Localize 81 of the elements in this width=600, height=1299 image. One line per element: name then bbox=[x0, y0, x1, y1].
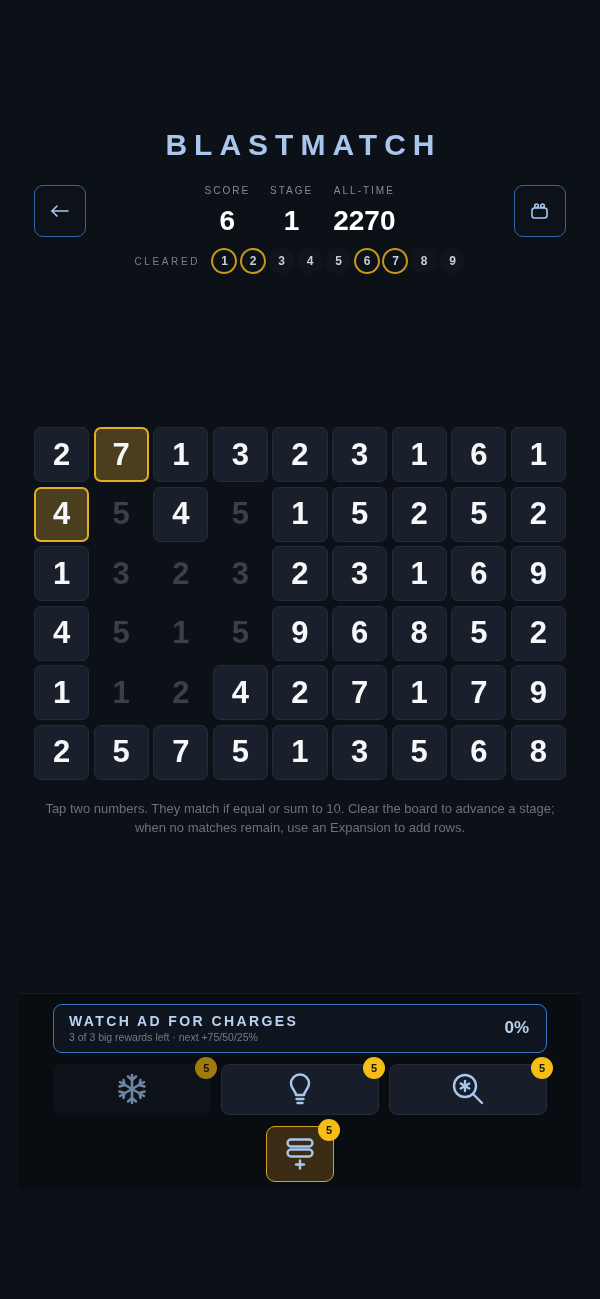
ad-percent: 0% bbox=[504, 1018, 529, 1039]
number-tile[interactable]: 5 bbox=[391, 724, 447, 780]
number-tile[interactable]: 7 bbox=[332, 665, 388, 721]
number-tile[interactable]: 1 bbox=[272, 724, 328, 780]
number-tile[interactable]: 5 bbox=[332, 486, 388, 542]
number-tile[interactable]: 1 bbox=[391, 427, 447, 482]
number-tile[interactable]: 1 bbox=[34, 665, 89, 721]
number-tile[interactable]: 4 bbox=[34, 605, 89, 661]
stage-number: 4 bbox=[296, 248, 323, 274]
stacked-rows-plus-icon bbox=[286, 1137, 314, 1170]
snowflake-icon bbox=[117, 1073, 148, 1106]
number-tile[interactable]: 5 bbox=[212, 724, 268, 780]
number-tile[interactable]: 4 bbox=[34, 486, 89, 542]
number-tile[interactable]: 1 bbox=[391, 546, 447, 602]
number-tile[interactable]: 2 bbox=[272, 427, 328, 482]
number-tile[interactable]: 5 bbox=[451, 605, 507, 661]
number-tile[interactable]: 6 bbox=[451, 546, 507, 602]
stage-number: 9 bbox=[439, 248, 466, 274]
number-tile[interactable]: 5 bbox=[93, 724, 149, 780]
number-tile[interactable]: 3 bbox=[332, 724, 388, 780]
number-tile[interactable]: 6 bbox=[451, 427, 507, 482]
gift-button[interactable] bbox=[514, 185, 566, 237]
stat-label: SCORE bbox=[204, 185, 251, 197]
lightbulb-icon bbox=[289, 1073, 311, 1106]
number-tile[interactable]: 9 bbox=[510, 665, 566, 721]
back-button[interactable] bbox=[34, 185, 86, 237]
number-tile[interactable]: 1 bbox=[391, 665, 447, 721]
number-tile[interactable]: 8 bbox=[510, 724, 566, 780]
powerup-button[interactable] bbox=[388, 1063, 547, 1115]
back-arrow-icon bbox=[51, 205, 69, 217]
count-badge: 5 bbox=[363, 1056, 386, 1079]
stage-number: 2 bbox=[239, 248, 266, 274]
count-badge: 5 bbox=[318, 1118, 340, 1141]
number-tile[interactable]: 2 bbox=[272, 665, 328, 721]
number-tile[interactable]: 9 bbox=[272, 605, 328, 661]
stage-number: 8 bbox=[410, 248, 437, 274]
stage-number: 5 bbox=[325, 248, 352, 274]
number-tile[interactable]: 7 bbox=[93, 427, 149, 482]
number-tile[interactable]: 9 bbox=[510, 546, 566, 602]
number-tile[interactable]: 1 bbox=[272, 486, 328, 542]
number-tile[interactable]: 2 bbox=[34, 724, 89, 780]
stage-number: 3 bbox=[268, 248, 295, 274]
number-tile[interactable]: 6 bbox=[451, 724, 507, 780]
count-badge: 5 bbox=[195, 1056, 218, 1079]
expansion-button[interactable] bbox=[266, 1125, 334, 1182]
number-tile[interactable]: 1 bbox=[34, 546, 89, 602]
number-tile[interactable]: 6 bbox=[332, 605, 388, 661]
game-title: BLASTMATCH bbox=[164, 128, 442, 161]
number-tile[interactable]: 3 bbox=[212, 427, 268, 482]
cleared-label: CLEARED bbox=[134, 255, 200, 267]
ad-title: WATCH AD FOR CHARGES bbox=[69, 1012, 299, 1029]
number-tile[interactable]: 2 bbox=[510, 605, 566, 661]
stat-value: 2270 bbox=[333, 206, 396, 236]
stat-label: STAGE bbox=[270, 185, 314, 197]
number-tile[interactable]: 4 bbox=[212, 665, 268, 721]
gift-icon bbox=[531, 203, 549, 219]
number-tile[interactable]: 4 bbox=[153, 486, 209, 542]
ad-subtitle: 3 of 3 big rewards left · next +75/50/25% bbox=[69, 1030, 259, 1044]
stat-value: 6 bbox=[219, 206, 236, 236]
watch-ad-button[interactable]: WATCH AD FOR CHARGES 3 of 3 big rewards left · next +75/50/25% 0% bbox=[53, 1003, 547, 1053]
number-tile[interactable]: 8 bbox=[391, 605, 447, 661]
instructions-text: Tap two numbers. They match if equal or sum to 10. Clear the board to advance a stage; when no matches remain, use an Expansion to add rows. bbox=[44, 799, 556, 837]
count-badge: 5 bbox=[531, 1056, 553, 1079]
powerup-button[interactable] bbox=[220, 1063, 380, 1115]
number-tile[interactable]: 7 bbox=[451, 665, 507, 721]
number-tile[interactable]: 1 bbox=[153, 427, 209, 482]
number-tile[interactable]: 3 bbox=[332, 427, 388, 482]
stage-number: 6 bbox=[353, 248, 380, 274]
number-tile[interactable]: 5 bbox=[451, 486, 507, 542]
number-tile[interactable]: 7 bbox=[153, 724, 209, 780]
number-tile[interactable]: 2 bbox=[34, 427, 89, 482]
stage-number: 1 bbox=[211, 248, 238, 274]
number-tile[interactable]: 3 bbox=[332, 546, 388, 602]
stat-label: ALL-TIME bbox=[333, 185, 395, 197]
number-tile[interactable]: 2 bbox=[391, 486, 447, 542]
number-tile[interactable]: 1 bbox=[510, 427, 566, 482]
stage-number: 7 bbox=[382, 248, 409, 274]
number-tile[interactable]: 2 bbox=[510, 486, 566, 542]
magnifier-icon bbox=[451, 1073, 484, 1106]
stat-value: 1 bbox=[283, 206, 300, 236]
number-tile[interactable]: 2 bbox=[272, 546, 328, 602]
